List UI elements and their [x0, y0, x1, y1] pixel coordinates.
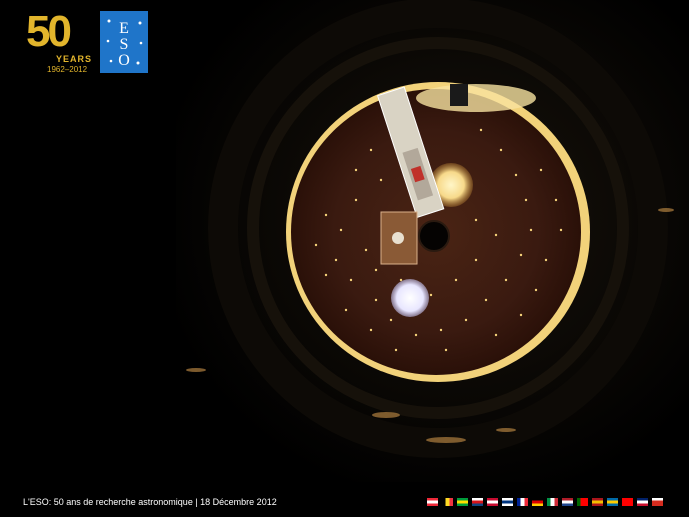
- eso-letter-o: O: [118, 52, 130, 69]
- years-label: YEARS: [56, 54, 93, 64]
- telescope-dome-photo: [176, 0, 689, 482]
- italy-flag: [547, 498, 558, 506]
- eso-logo: E S O: [100, 11, 148, 73]
- footer-caption: L'ESO: 50 ans de recherche astronomique …: [23, 497, 277, 507]
- eso-letter-s: S: [120, 36, 129, 53]
- eso-letter-e: E: [119, 20, 129, 37]
- spain-flag: [592, 498, 603, 506]
- austria-flag: [427, 498, 438, 506]
- years-range: 1962–2012: [47, 65, 88, 74]
- netherlands-flag: [562, 498, 573, 506]
- uk-flag: [637, 498, 648, 506]
- eso-star-emblem: E S O: [106, 19, 143, 69]
- switzerland-flag: [622, 498, 633, 506]
- belgium-flag: [442, 498, 453, 506]
- eso-50-years-logo: 50 YEARS 1962–2012 E S O: [26, 10, 151, 76]
- germany-flag: [532, 498, 543, 506]
- finland-flag: [502, 498, 513, 506]
- anniversary-number: 50: [26, 7, 72, 56]
- brazil-flag: [457, 498, 468, 506]
- member-state-flags: [427, 498, 663, 506]
- portugal-flag: [577, 498, 588, 506]
- czech-flag: [472, 498, 483, 506]
- sweden-flag: [607, 498, 618, 506]
- chile-flag: [652, 498, 663, 506]
- denmark-flag: [487, 498, 498, 506]
- france-flag: [517, 498, 528, 506]
- dome-illustration: [176, 0, 689, 482]
